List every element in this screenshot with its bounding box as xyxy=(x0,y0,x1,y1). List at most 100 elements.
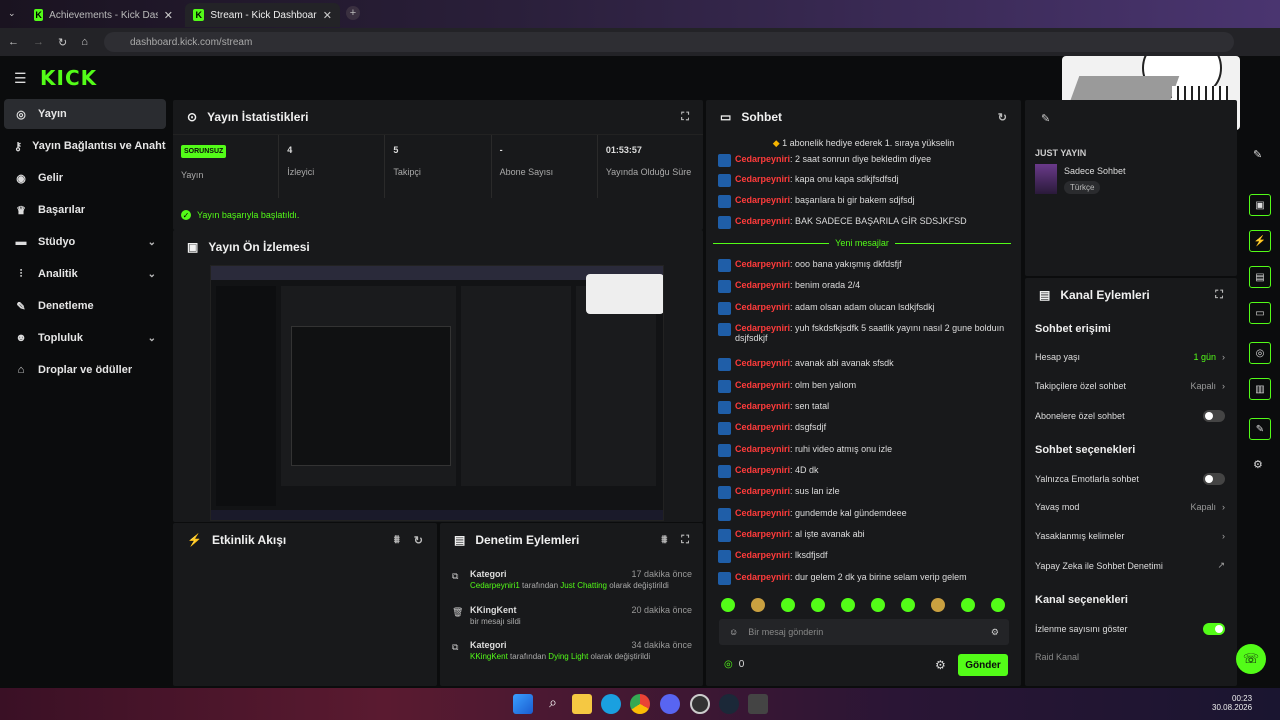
chat-message[interactable]: Cedarpeyniri: dur gelem 2 dk ya birine s… xyxy=(718,572,1010,585)
app-icon[interactable] xyxy=(748,694,768,714)
filter-icon[interactable]: ⩩ xyxy=(394,534,400,547)
sidebar-item-topluluk[interactable]: ☻ Topluluk ⌄ xyxy=(4,323,166,353)
chat-username[interactable]: Cedarpeyniri xyxy=(735,465,790,475)
expand-icon[interactable]: ⛶ xyxy=(1215,289,1223,302)
chat-username[interactable]: Cedarpeyniri xyxy=(735,550,790,560)
chat-message[interactable]: Cedarpeyniri: başarılara bi gir bakem sd… xyxy=(718,195,1010,208)
chat-message[interactable]: Cedarpeyniri: BAK SADECE BAŞARILA GİR SD… xyxy=(718,216,1010,229)
reload-icon[interactable]: ↻ xyxy=(58,36,67,49)
emote-button[interactable] xyxy=(871,598,885,612)
quick-action-button[interactable]: ✎ xyxy=(1249,418,1271,440)
emote-button[interactable] xyxy=(901,598,915,612)
chat-username[interactable]: Cedarpeyniri xyxy=(735,422,790,432)
raid-channel-row[interactable]: Raid Kanal xyxy=(1035,652,1225,662)
chat-username[interactable]: Cedarpeyniri xyxy=(735,259,790,269)
chat-message[interactable]: Cedarpeyniri: avanak abi avanak sfsdk xyxy=(718,358,1010,371)
chat-message[interactable]: Cedarpeyniri: sus lan izle xyxy=(718,486,1010,499)
tab-stream[interactable]: K Stream - Kick Dashboard ✕ xyxy=(185,3,340,27)
settings-icon[interactable]: ⚙ xyxy=(991,627,999,638)
sidebar-item-stream-key[interactable]: ⚷ Yayın Bağlantısı ve Anahtar xyxy=(4,131,166,161)
chat-message[interactable]: Cedarpeyniri: adam olsan adam olucan lsd… xyxy=(718,302,1010,315)
chat-username[interactable]: Cedarpeyniri xyxy=(735,401,790,411)
tab-menu-icon[interactable]: ⌄ xyxy=(8,8,16,19)
emote-button[interactable] xyxy=(841,598,855,612)
chat-username[interactable]: Cedarpeyniri xyxy=(735,358,790,368)
edit-icon[interactable]: ✎ xyxy=(1253,148,1262,161)
show-viewcount-toggle[interactable] xyxy=(1203,623,1225,635)
close-tab-icon[interactable]: ✕ xyxy=(323,9,332,22)
emote-button[interactable] xyxy=(961,598,975,612)
quick-action-button[interactable]: ⚡ xyxy=(1249,230,1271,252)
filter-icon[interactable]: ⩩ xyxy=(661,534,667,547)
home-icon[interactable]: ⌂ xyxy=(81,36,88,48)
chat-message[interactable]: Cedarpeyniri: 2 saat sonrun diye bekledi… xyxy=(718,154,1010,167)
quick-action-button[interactable]: ▤ xyxy=(1249,266,1271,288)
chat-settings-icon[interactable]: ⚙ xyxy=(935,658,946,672)
wrench-icon[interactable]: ✎ xyxy=(1041,112,1050,125)
chat-message[interactable]: Cedarpeyniri: sen tatal xyxy=(718,401,1010,414)
obs-icon[interactable] xyxy=(690,694,710,714)
emoji-icon[interactable]: ☺ xyxy=(729,627,738,637)
chat-username[interactable]: Cedarpeyniri xyxy=(735,154,790,164)
chat-username[interactable]: Cedarpeyniri xyxy=(735,195,790,205)
expand-icon[interactable]: ⛶ xyxy=(681,534,689,547)
kick-logo[interactable]: KICK xyxy=(40,66,97,90)
quick-action-button[interactable]: ◎ xyxy=(1249,342,1271,364)
stream-preview-video[interactable] xyxy=(210,265,664,521)
emote-button[interactable] xyxy=(721,598,735,612)
chat-message[interactable]: Cedarpeyniri: al işte avanak abi xyxy=(718,529,1010,542)
quick-action-button[interactable]: ▭ xyxy=(1249,302,1271,324)
emote-button[interactable] xyxy=(811,598,825,612)
url-input[interactable]: dashboard.kick.com/stream xyxy=(104,32,1234,52)
sidebar-item-basarilar[interactable]: ♛ Başarılar xyxy=(4,195,166,225)
send-button[interactable]: Gönder xyxy=(958,654,1008,676)
chat-username[interactable]: Cedarpeyniri xyxy=(735,302,790,312)
emote-button[interactable] xyxy=(991,598,1005,612)
sidebar-item-denetleme[interactable]: ✎ Denetleme xyxy=(4,291,166,321)
help-button[interactable]: ☏ xyxy=(1236,644,1266,674)
chat-message[interactable]: Cedarpeyniri: benim orada 2/4 xyxy=(718,280,1010,293)
chat-username[interactable]: Cedarpeyniri xyxy=(735,529,790,539)
start-icon[interactable] xyxy=(513,694,533,714)
refresh-icon[interactable]: ↻ xyxy=(998,111,1007,124)
chat-message[interactable]: Cedarpeyniri: gundemde kal gündemdeee xyxy=(718,508,1010,521)
gear-icon[interactable]: ⚙ xyxy=(1253,458,1263,471)
emote-button[interactable] xyxy=(751,598,765,612)
chat-username[interactable]: Cedarpeyniri xyxy=(735,280,790,290)
chat-message[interactable]: Cedarpeyniri: dsgfsdjf xyxy=(718,422,1010,435)
forward-icon[interactable]: → xyxy=(33,36,44,48)
sub-gift-banner[interactable]: ◆ 1 abonelik hediye ederek 1. sıraya yük… xyxy=(706,138,1021,149)
quick-action-button[interactable]: ▥ xyxy=(1249,378,1271,400)
emote-only-toggle[interactable] xyxy=(1203,473,1225,485)
chat-username[interactable]: Cedarpeyniri xyxy=(735,323,790,333)
banned-words-row[interactable]: Yasaklanmış kelimeler › xyxy=(1035,531,1225,541)
chat-username[interactable]: Cedarpeyniri xyxy=(735,486,790,496)
chat-username[interactable]: Cedarpeyniri xyxy=(735,380,790,390)
search-icon[interactable]: ⌕ xyxy=(543,694,563,714)
steam-icon[interactable] xyxy=(719,694,739,714)
followers-only-row[interactable]: Takipçilere özel sohbet Kapalı › xyxy=(1035,381,1225,391)
chat-message[interactable]: Cedarpeyniri: ooo bana yakışmış dkfdsfjf xyxy=(718,259,1010,272)
chat-message[interactable]: Cedarpeyniri: lksdfjsdf xyxy=(718,550,1010,563)
back-icon[interactable]: ← xyxy=(8,36,19,48)
chat-username[interactable]: Cedarpeyniri xyxy=(735,444,790,454)
chat-message[interactable]: Cedarpeyniri: kapa onu kapa sdkjfsdfsdj xyxy=(718,174,1010,187)
slow-mode-row[interactable]: Yavaş mod Kapalı › xyxy=(1035,502,1225,512)
sidebar-item-yayin[interactable]: ◎ Yayın xyxy=(4,99,166,129)
chat-input[interactable]: ☺ Bir mesaj gönderin ⚙ xyxy=(719,619,1009,645)
sidebar-item-droplar[interactable]: ⌂ Droplar ve ödüller xyxy=(4,355,166,385)
menu-icon[interactable]: ☰ xyxy=(14,70,27,87)
chat-username[interactable]: Cedarpeyniri xyxy=(735,174,790,184)
emote-button[interactable] xyxy=(781,598,795,612)
emote-button[interactable] xyxy=(931,598,945,612)
expand-icon[interactable]: ⛶ xyxy=(681,111,689,124)
subscribers-only-toggle[interactable] xyxy=(1203,410,1225,422)
chat-message[interactable]: Cedarpeyniri: ruhi video atmış onu izle xyxy=(718,444,1010,457)
edge-icon[interactable] xyxy=(601,694,621,714)
chat-message[interactable]: Cedarpeyniri: olm ben yalıom xyxy=(718,380,1010,393)
close-tab-icon[interactable]: ✕ xyxy=(164,9,173,22)
sidebar-item-analitik[interactable]: ⫶ Analitik ⌄ xyxy=(4,259,166,289)
sidebar-item-gelir[interactable]: ◉ Gelir xyxy=(4,163,166,193)
refresh-icon[interactable]: ↻ xyxy=(414,534,423,547)
quick-action-button[interactable]: ▣ xyxy=(1249,194,1271,216)
